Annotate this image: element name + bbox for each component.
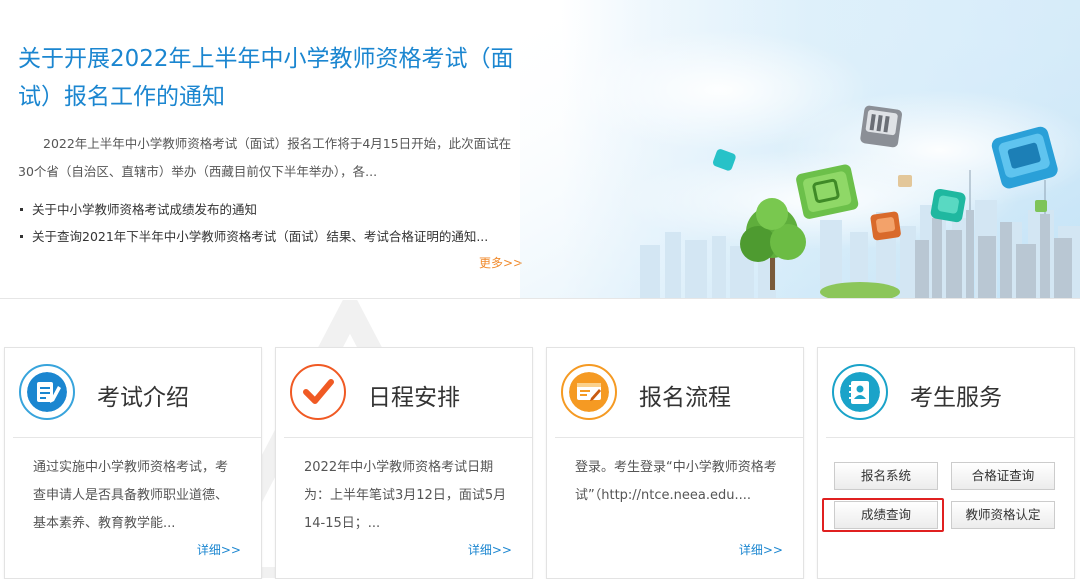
card-header: 日程安排 xyxy=(276,348,532,438)
card-detail-link[interactable]: 详细>> xyxy=(739,541,783,558)
card-detail-link[interactable]: 详细>> xyxy=(197,541,241,558)
contacts-book-icon xyxy=(840,372,880,412)
card-detail-link[interactable]: 详细>> xyxy=(468,541,512,558)
card-title[interactable]: 报名流程 xyxy=(639,378,731,412)
card-description: 登录。考生登录“中小学教师资格考试”（http://ntce.neea.edu.… xyxy=(575,460,777,503)
news-link-2[interactable]: 关于查询2021年下半年中小学教师资格考试（面试）结果、考试合格证明的通知... xyxy=(18,223,528,250)
card-divider xyxy=(13,437,261,438)
card-header: 考试介绍 xyxy=(5,348,261,438)
card-header: 考生服务 xyxy=(818,348,1074,438)
news-link-1[interactable]: 关于中小学教师资格考试成绩发布的通知 xyxy=(18,196,528,223)
document-pen-icon xyxy=(27,372,67,412)
bullet-icon xyxy=(20,208,23,211)
card-icon-ring xyxy=(561,364,617,420)
hero-divider xyxy=(0,298,1080,299)
hero-summary: 2022年上半年中小学教师资格考试（面试）报名工作将于4月15日开始，此次面试在… xyxy=(18,136,512,179)
card-divider xyxy=(826,437,1074,438)
card-title[interactable]: 考生服务 xyxy=(910,378,1002,412)
card-title[interactable]: 日程安排 xyxy=(368,378,460,412)
registration-system-button[interactable]: 报名系统 xyxy=(834,462,938,490)
card-icon-ring xyxy=(290,364,346,420)
score-query-highlight xyxy=(822,498,944,532)
card-schedule: 日程安排 2022年中小学教师资格考试日期为：上半年笔试3月12日，面试5月14… xyxy=(275,347,533,579)
card-icon-ring xyxy=(19,364,75,420)
certificate-query-button[interactable]: 合格证查询 xyxy=(951,462,1055,490)
teacher-qualification-button[interactable]: 教师资格认定 xyxy=(951,501,1055,529)
hero-title[interactable]: 关于开展2022年上半年中小学教师资格考试（面试）报名工作的通知 xyxy=(18,40,518,116)
card-title[interactable]: 考试介绍 xyxy=(97,378,189,412)
card-registration-process: 报名流程 登录。考生登录“中小学教师资格考试”（http://ntce.neea… xyxy=(546,347,804,579)
checkmark-icon xyxy=(298,372,338,412)
news-link-label: 关于查询2021年下半年中小学教师资格考试（面试）结果、考试合格证明的通知... xyxy=(32,229,489,244)
card-description: 2022年中小学教师资格考试日期为：上半年笔试3月12日，面试5月14-15日；… xyxy=(304,460,507,531)
card-divider xyxy=(284,437,532,438)
card-divider xyxy=(555,437,803,438)
card-exam-intro: 考试介绍 通过实施中小学教师资格考试，考查申请人是否具备教师职业道德、基本素养、… xyxy=(4,347,262,579)
hero-banner: 关于开展2022年上半年中小学教师资格考试（面试）报名工作的通知 2022年上半… xyxy=(0,0,1080,298)
city-illustration xyxy=(520,0,1080,298)
signup-form-icon xyxy=(569,372,609,412)
news-link-label: 关于中小学教师资格考试成绩发布的通知 xyxy=(32,202,258,217)
hero-news-list: 关于中小学教师资格考试成绩发布的通知 关于查询2021年下半年中小学教师资格考试… xyxy=(18,196,528,250)
bullet-icon xyxy=(20,235,23,238)
hero-more-link[interactable]: 更多>> xyxy=(479,254,523,271)
card-description: 通过实施中小学教师资格考试，考查申请人是否具备教师职业道德、基本素养、教育教学能… xyxy=(33,460,229,531)
card-header: 报名流程 xyxy=(547,348,803,438)
card-icon-ring xyxy=(832,364,888,420)
